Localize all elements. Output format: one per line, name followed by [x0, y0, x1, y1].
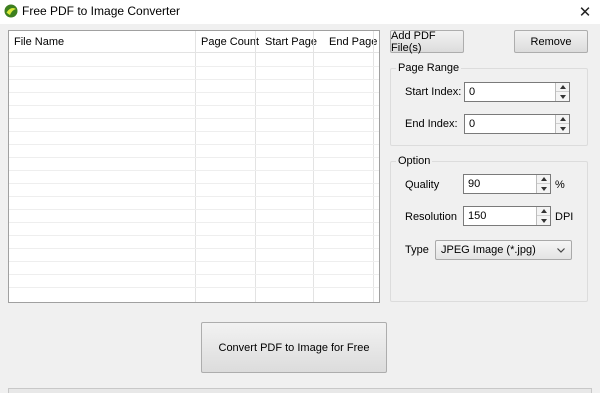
resolution-spinner[interactable]: 150	[463, 206, 551, 226]
option-group: Option Quality 90 % Resolution 150 DPI T…	[390, 155, 588, 302]
empty-row-line	[9, 144, 379, 145]
empty-row-line	[9, 105, 379, 106]
column-header-file-name[interactable]: File Name	[14, 36, 64, 48]
increment-button[interactable]	[556, 83, 569, 92]
empty-row-line	[9, 235, 379, 236]
column-header-page-count[interactable]: Page Count	[201, 36, 259, 48]
quality-unit: %	[555, 179, 565, 191]
image-type-value[interactable]: JPEG Image (*.jpg)	[441, 244, 536, 256]
arrow-down-icon	[540, 186, 547, 191]
start-index-label: Start Index:	[405, 86, 462, 98]
page-range-group: Page Range Start Index: 0 End Index: 0	[390, 62, 588, 146]
arrow-up-icon	[540, 177, 547, 181]
convert-button[interactable]: Convert PDF to Image for Free	[201, 322, 387, 373]
empty-row-line	[9, 131, 379, 132]
empty-row-line	[9, 118, 379, 119]
file-list[interactable]: File Name Page Count Start Page End Page	[8, 30, 380, 303]
start-index-value[interactable]: 0	[469, 86, 475, 98]
decrement-button[interactable]	[537, 216, 550, 225]
resolution-unit: DPI	[555, 211, 574, 223]
empty-row-line	[9, 261, 379, 262]
decrement-button[interactable]	[556, 124, 569, 133]
empty-row-line	[9, 274, 379, 275]
quality-spin-buttons[interactable]	[536, 175, 550, 193]
decrement-button[interactable]	[556, 92, 569, 101]
end-index-spin-buttons[interactable]	[555, 115, 569, 133]
arrow-down-icon	[540, 218, 547, 223]
option-title: Option	[396, 155, 433, 167]
empty-row-line	[9, 92, 379, 93]
remove-button[interactable]: Remove	[514, 30, 588, 53]
increment-button[interactable]	[537, 207, 550, 216]
status-bar	[8, 388, 592, 393]
empty-row-line	[9, 170, 379, 171]
resolution-spin-buttons[interactable]	[536, 207, 550, 225]
empty-row-line	[9, 183, 379, 184]
chevron-down-icon[interactable]	[555, 244, 567, 256]
decrement-button[interactable]	[537, 184, 550, 193]
end-index-spinner[interactable]: 0	[464, 114, 570, 134]
resolution-value[interactable]: 150	[468, 210, 486, 222]
type-label: Type	[405, 244, 429, 256]
start-index-spin-buttons[interactable]	[555, 83, 569, 101]
arrow-down-icon	[559, 126, 566, 131]
column-header-start-page[interactable]: Start Page	[265, 36, 317, 48]
arrow-up-icon	[540, 209, 547, 213]
increment-button[interactable]	[537, 175, 550, 184]
resolution-label: Resolution	[405, 211, 457, 223]
start-index-spinner[interactable]: 0	[464, 82, 570, 102]
close-button[interactable]: ✕	[570, 0, 600, 24]
app-logo-icon	[4, 4, 18, 18]
add-pdf-files-button[interactable]: Add PDF File(s)	[390, 30, 464, 54]
empty-row-line	[9, 66, 379, 67]
quality-value[interactable]: 90	[468, 178, 480, 190]
window-title: Free PDF to Image Converter	[22, 4, 181, 18]
empty-row-line	[9, 196, 379, 197]
end-index-label: End Index:	[405, 118, 458, 130]
end-index-value[interactable]: 0	[469, 118, 475, 130]
increment-button[interactable]	[556, 115, 569, 124]
empty-row-line	[9, 222, 379, 223]
quality-spinner[interactable]: 90	[463, 174, 551, 194]
page-range-title: Page Range	[396, 62, 462, 74]
column-header-end-page[interactable]: End Page	[329, 36, 377, 48]
file-list-header: File Name Page Count Start Page End Page	[9, 31, 379, 53]
empty-row-line	[9, 248, 379, 249]
empty-row-line	[9, 79, 379, 80]
arrow-up-icon	[559, 85, 566, 89]
empty-row-line	[9, 209, 379, 210]
arrow-up-icon	[559, 117, 566, 121]
empty-row-line	[9, 157, 379, 158]
arrow-down-icon	[559, 94, 566, 99]
title-bar: Free PDF to Image Converter ✕	[0, 0, 600, 24]
close-icon[interactable]: ✕	[579, 3, 592, 21]
empty-row-line	[9, 287, 379, 288]
quality-label: Quality	[405, 179, 440, 191]
image-type-dropdown[interactable]: JPEG Image (*.jpg)	[435, 240, 572, 260]
